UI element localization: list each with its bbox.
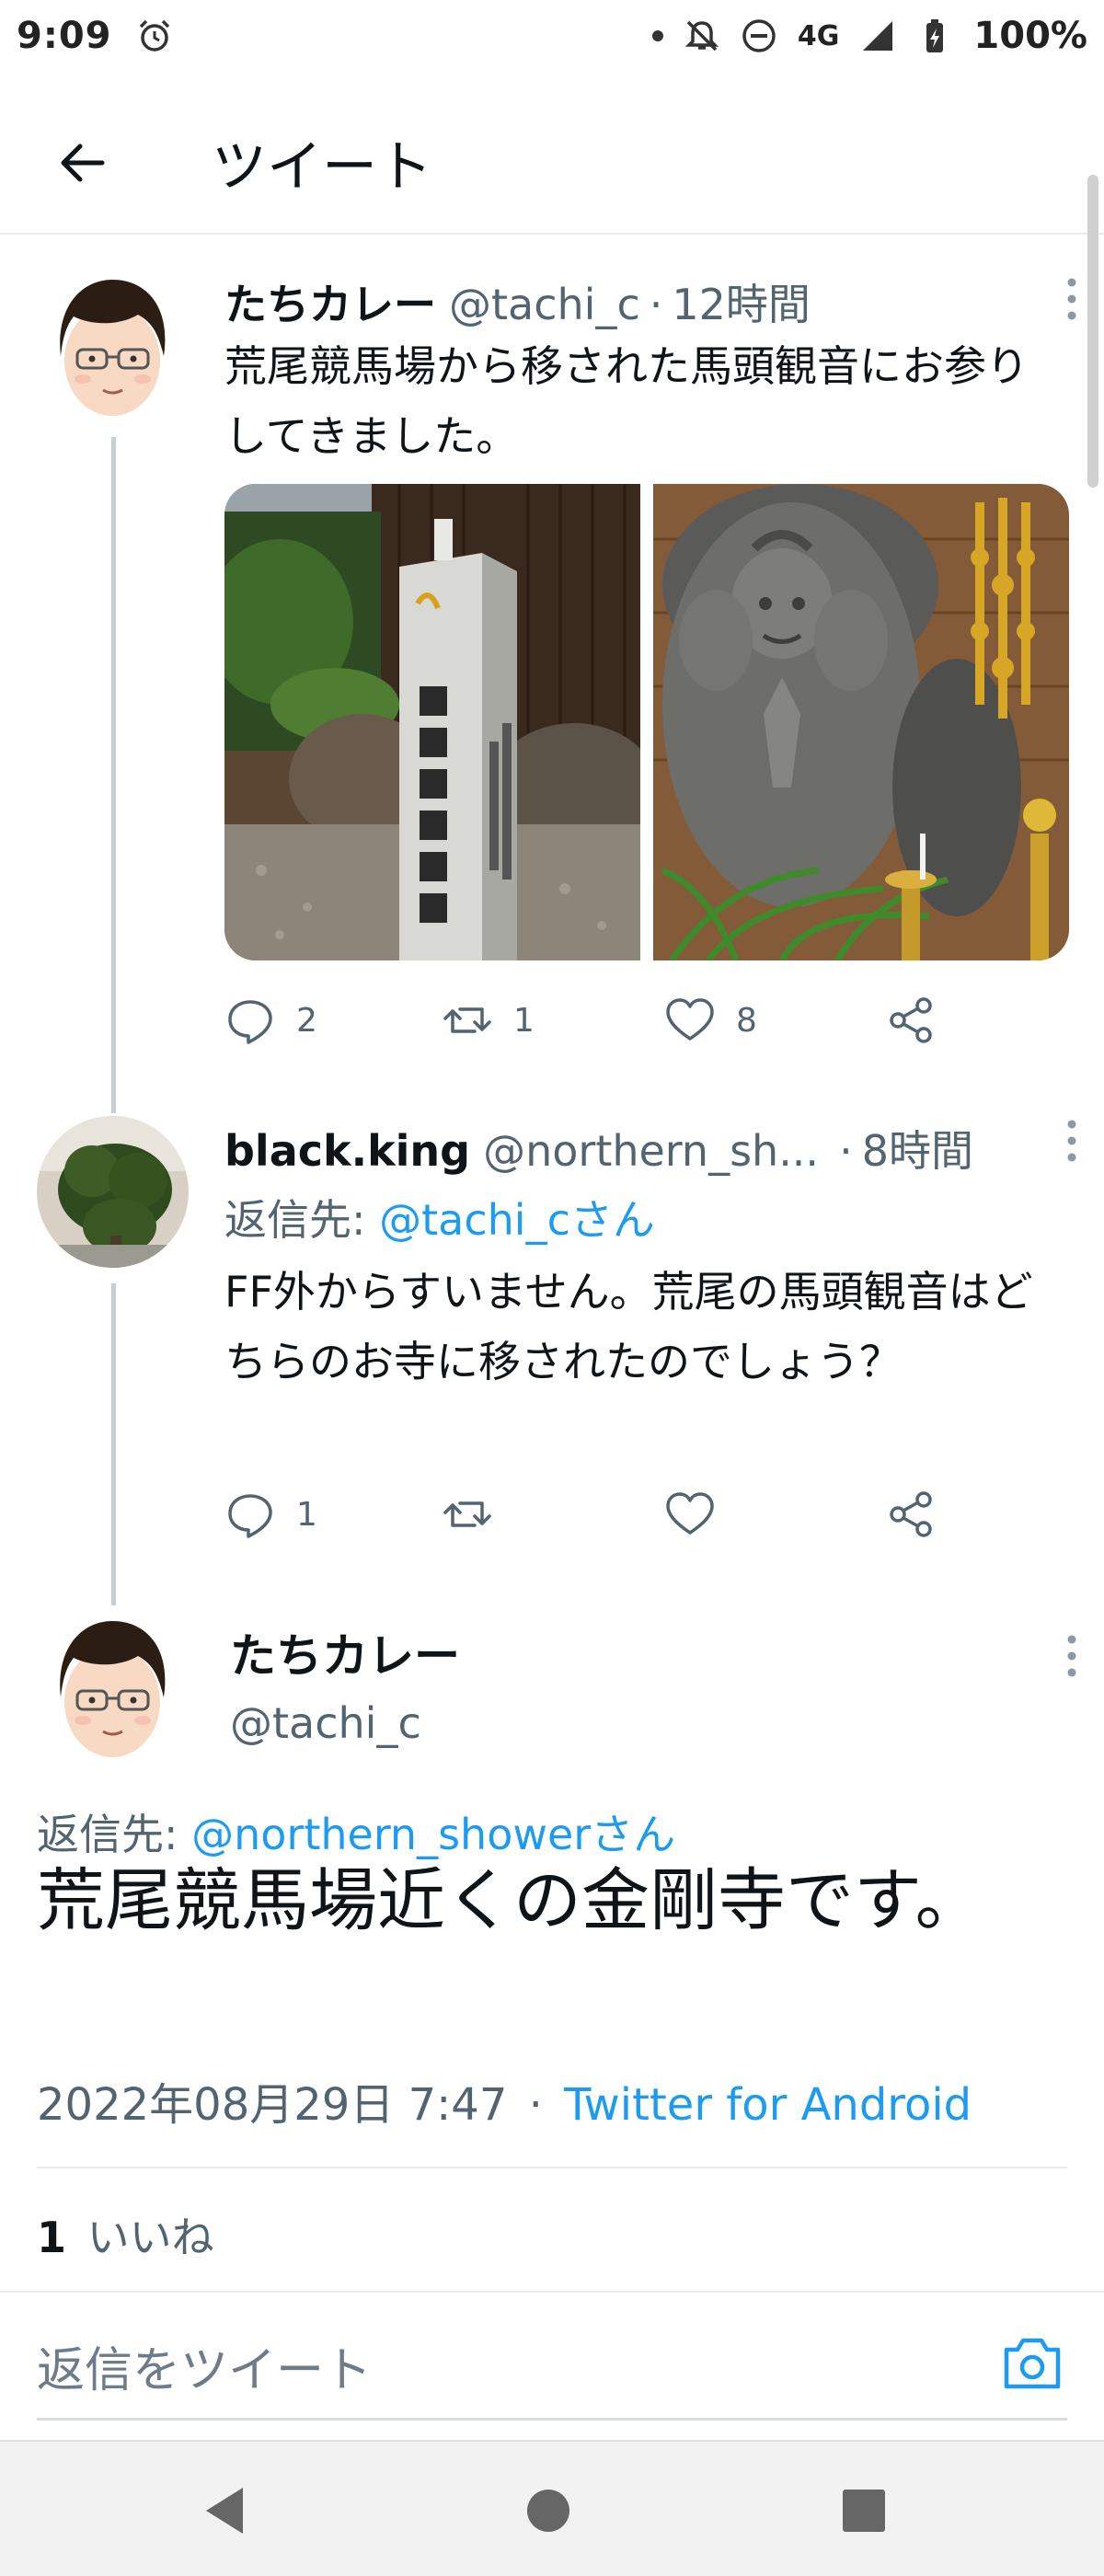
share-button[interactable]	[885, 1482, 937, 1547]
display-name[interactable]: black.king	[224, 1126, 470, 1176]
separator: ·	[528, 2079, 543, 2131]
reply-icon	[228, 1000, 272, 1044]
camera-icon[interactable]	[997, 2328, 1067, 2398]
tweet-photo[interactable]	[653, 484, 1069, 960]
status-time: 9:09	[17, 15, 112, 57]
reply-count: 2	[296, 1001, 317, 1040]
notification-dot-icon	[651, 30, 663, 41]
like-button[interactable]: 8	[664, 988, 757, 1052]
retweet-icon	[443, 1501, 491, 1527]
likes-summary[interactable]: 1 いいね	[37, 2204, 214, 2265]
share-button[interactable]	[885, 988, 937, 1052]
tweet-metadata: 2022年08月29日 7:47 · Twitter for Android	[37, 2068, 972, 2133]
thread-line	[111, 1283, 116, 1605]
reply-button[interactable]: 2	[224, 988, 317, 1052]
tweet-source[interactable]: Twitter for Android	[564, 2079, 972, 2131]
avatar[interactable]	[37, 269, 189, 420]
app-header: ツイート	[0, 92, 1104, 235]
reply-input-underline	[37, 2418, 1067, 2421]
more-options-icon[interactable]	[1058, 271, 1086, 327]
media-grid	[224, 484, 1069, 960]
retweet-count: 1	[513, 1001, 535, 1040]
reply-to-mention[interactable]: @tachi_cさん	[379, 1195, 655, 1245]
heart-icon	[666, 998, 714, 1041]
retweet-button[interactable]	[442, 1482, 493, 1547]
like-button[interactable]	[664, 1482, 716, 1547]
reply-to-mention[interactable]: @northern_showerさん	[191, 1810, 675, 1859]
avatar-illustration	[37, 1610, 189, 1762]
stone-pillar-photo	[224, 484, 640, 960]
back-button[interactable]	[40, 121, 123, 204]
status-icons: 4G 100%	[651, 15, 1087, 57]
reply-to-label: 返信先:	[224, 1195, 380, 1245]
network-type: 4G	[797, 19, 840, 52]
tweet-text: 荒尾競馬場近くの金剛寺です。	[37, 1861, 983, 1940]
likes-count: 1	[37, 2213, 67, 2262]
more-options-icon[interactable]	[1058, 1628, 1086, 1684]
tweet-header: たちカレー @tachi_c · 12時間	[224, 271, 811, 332]
retweet-button[interactable]: 1	[442, 988, 535, 1052]
reply-to-line: 返信先: @tachi_cさん	[224, 1187, 655, 1248]
tweet-datetime[interactable]: 2022年08月29日 7:47	[37, 2079, 507, 2131]
nav-home-icon[interactable]	[518, 2480, 579, 2541]
page-title: ツイート	[212, 135, 432, 200]
likes-label: いいね	[86, 2213, 214, 2262]
scrollbar[interactable]	[1087, 175, 1098, 488]
avatar-photo	[37, 1116, 189, 1268]
tweet-actions: 2 1 8	[224, 988, 1052, 1052]
display-name[interactable]: たちカレー	[224, 271, 436, 332]
tweet-text: FF外からすいません。荒尾の馬頭観音はどちらのお寺に移されたのでしょう？	[224, 1267, 1033, 1386]
tweet-actions: 1	[224, 1482, 1052, 1547]
battery-icon	[926, 19, 944, 52]
nav-back-icon[interactable]	[197, 2480, 258, 2541]
handle[interactable]: @northern_sh...	[483, 1126, 819, 1176]
handle[interactable]: @tachi_c	[449, 280, 640, 329]
reply-button[interactable]: 1	[224, 1482, 317, 1547]
tweet-photo[interactable]	[224, 484, 640, 960]
battery-percent: 100%	[973, 15, 1087, 57]
tweet-text: 荒尾競馬場から移された馬頭観音にお参りしてきました。	[224, 341, 1029, 461]
heart-icon	[666, 1492, 714, 1535]
nav-recents-icon[interactable]	[834, 2480, 894, 2541]
more-options-icon[interactable]	[1058, 1113, 1086, 1168]
display-name[interactable]: たちカレー	[230, 1619, 460, 1685]
system-nav-bar	[0, 2440, 1104, 2576]
handle[interactable]: @tachi_c	[230, 1698, 421, 1748]
tweet-header: black.king @northern_sh... · 8時間	[224, 1118, 973, 1179]
retweet-icon	[443, 1007, 491, 1033]
share-icon	[890, 997, 932, 1043]
status-bar: 9:09 4G 100%	[0, 0, 1104, 72]
do-not-disturb-icon	[742, 19, 776, 52]
mute-icon	[684, 20, 719, 52]
avatar-illustration	[37, 269, 189, 420]
separator: ·	[839, 1126, 853, 1176]
reply-composer: 返信をツイート	[0, 2291, 1104, 2429]
signal-icon	[863, 21, 893, 51]
reply-count: 1	[296, 1495, 317, 1534]
kannon-statue-photo	[653, 484, 1069, 960]
avatar[interactable]	[37, 1116, 189, 1268]
separator: ·	[649, 280, 663, 329]
avatar[interactable]	[37, 1610, 189, 1762]
alarm-icon	[139, 19, 169, 52]
timestamp[interactable]: 8時間	[862, 1118, 973, 1179]
reply-input[interactable]: 返信をツイート	[37, 2331, 372, 2400]
thread-line	[111, 437, 116, 1113]
like-count: 8	[736, 1001, 757, 1040]
timestamp[interactable]: 12時間	[672, 271, 811, 332]
reply-icon	[228, 1494, 272, 1538]
reply-to-label: 返信先:	[37, 1810, 192, 1859]
arrow-left-icon	[61, 144, 105, 181]
divider	[37, 2167, 1067, 2168]
share-icon	[890, 1491, 932, 1537]
